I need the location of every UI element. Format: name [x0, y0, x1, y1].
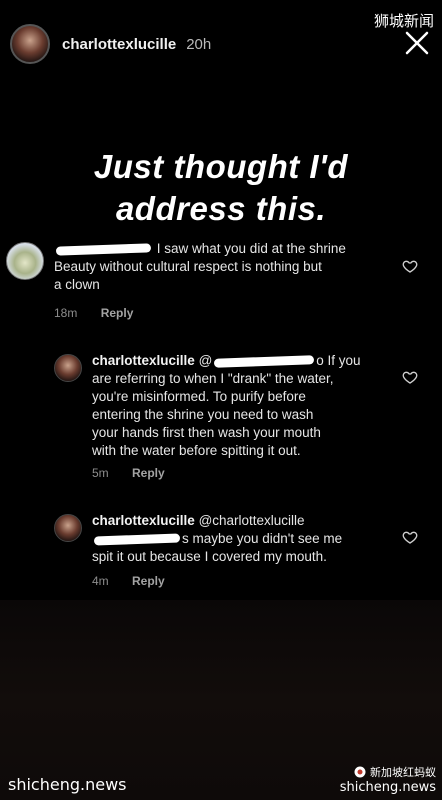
heart-icon[interactable]	[402, 369, 418, 385]
comment-text: I saw what you did at the shrine Beauty …	[54, 240, 394, 294]
reply-button[interactable]: Reply	[132, 466, 165, 480]
watermark-bottom-right: 新加坡红蚂蚁 shicheng.news	[340, 764, 436, 795]
comment-meta: 4m Reply	[92, 574, 165, 588]
comment-line: o If you	[316, 353, 361, 368]
story-timestamp: 20h	[186, 35, 212, 53]
avatar[interactable]	[54, 354, 82, 382]
story-header: charlottexlucille 20h	[10, 24, 211, 64]
avatar[interactable]	[6, 242, 44, 280]
reply-button[interactable]: Reply	[132, 574, 165, 588]
watermark-bottom-left: shicheng.news	[8, 775, 127, 794]
comment-username[interactable]: charlottexlucille	[92, 353, 195, 368]
comment-time: 5m	[92, 466, 109, 480]
comment-line: I saw what you did at the shrine	[156, 241, 346, 256]
brand-text: 新加坡红蚂蚁	[370, 766, 436, 779]
caption-line-1: Just thought I'd	[93, 148, 349, 185]
heart-icon[interactable]	[402, 258, 418, 274]
comment-time: 18m	[54, 306, 78, 320]
redacted-mention	[214, 355, 315, 368]
reply-button[interactable]: Reply	[101, 306, 134, 320]
brand-name: 新加坡红蚂蚁	[340, 764, 436, 780]
ant-icon	[354, 766, 366, 778]
comment-line: s maybe you didn't see me	[182, 531, 343, 546]
comment-line: your hands first then wash your mouth	[92, 425, 321, 440]
comment-line: a clown	[54, 277, 100, 292]
mention[interactable]: @charlottexlucille	[199, 513, 305, 528]
close-icon[interactable]	[402, 28, 432, 58]
comment-line: you're misinformed. To purify before	[92, 389, 306, 404]
mention-prefix: @	[198, 353, 213, 368]
redacted-username	[55, 243, 152, 256]
comment-line: spit it out because I covered my mouth.	[92, 549, 327, 564]
comment-text: charlottexlucille @ o If you are referrin…	[92, 352, 392, 460]
story-caption: Just thought I'd address this.	[0, 146, 442, 230]
comment-line: are referring to when I "drank" the wate…	[92, 371, 334, 386]
heart-icon[interactable]	[402, 529, 418, 545]
comment-meta: 18m Reply	[54, 306, 133, 320]
comment-time: 4m	[92, 574, 109, 588]
avatar[interactable]	[10, 24, 50, 64]
story-username[interactable]: charlottexlucille	[62, 36, 176, 53]
comment-username[interactable]: charlottexlucille	[92, 513, 195, 528]
comment-line: entering the shrine you need to wash	[92, 407, 314, 422]
redacted-mention	[93, 533, 181, 546]
avatar[interactable]	[54, 514, 82, 542]
story-view: charlottexlucille 20h 狮城新闻 Just thought …	[0, 0, 442, 800]
comment-line: with the water before spitting it out.	[92, 443, 301, 458]
comment-text: charlottexlucille @charlottexlucille s m…	[92, 512, 392, 566]
comment-meta: 5m Reply	[92, 466, 165, 480]
comment-line: Beauty without cultural respect is nothi…	[54, 259, 322, 274]
brand-domain: shicheng.news	[339, 780, 436, 795]
caption-line-2: address this.	[115, 190, 327, 227]
